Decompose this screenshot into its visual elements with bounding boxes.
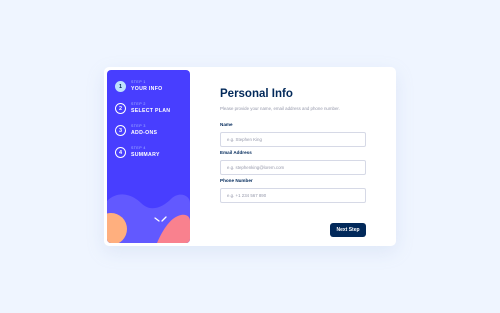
step-number-badge: 1 <box>115 81 126 92</box>
email-input[interactable] <box>220 159 366 175</box>
phone-label: Phone Number <box>220 178 253 183</box>
step-number-badge: 2 <box>115 103 126 114</box>
step-label: STEP 1 <box>131 80 146 85</box>
step-sidebar: 1 STEP 1 YOUR INFO 2 STEP 2 SELECT PLAN … <box>107 70 190 243</box>
form-panel: Personal Info Please provide your name, … <box>220 88 366 111</box>
next-step-button[interactable]: Next Step <box>330 223 366 237</box>
sidebar-step-2[interactable]: 2 STEP 2 SELECT PLAN <box>115 102 171 114</box>
name-input[interactable] <box>220 131 366 147</box>
step-number-badge: 4 <box>115 147 126 158</box>
page-subtitle: Please provide your name, email address … <box>220 105 340 111</box>
step-title: ADD-ONS <box>131 129 158 136</box>
step-title: SELECT PLAN <box>131 107 171 114</box>
step-label: STEP 3 <box>131 124 146 129</box>
step-title: SUMMARY <box>131 151 160 158</box>
name-label: Name <box>220 122 233 127</box>
sidebar-decoration <box>107 194 190 243</box>
sidebar-step-3[interactable]: 3 STEP 3 ADD-ONS <box>115 124 158 136</box>
step-label: STEP 4 <box>131 146 146 151</box>
email-field-group: Email Address <box>220 150 366 175</box>
step-number-badge: 3 <box>115 125 126 136</box>
phone-input[interactable] <box>220 187 366 203</box>
step-title: YOUR INFO <box>131 85 163 92</box>
step-label: STEP 2 <box>131 102 146 107</box>
form-card: 1 STEP 1 YOUR INFO 2 STEP 2 SELECT PLAN … <box>104 67 396 246</box>
name-field-group: Name <box>220 122 366 147</box>
email-label: Email Address <box>220 150 252 155</box>
sidebar-step-1[interactable]: 1 STEP 1 YOUR INFO <box>115 80 163 92</box>
sidebar-step-4[interactable]: 4 STEP 4 SUMMARY <box>115 146 160 158</box>
phone-field-group: Phone Number <box>220 178 366 203</box>
page-title: Personal Info <box>220 88 293 100</box>
